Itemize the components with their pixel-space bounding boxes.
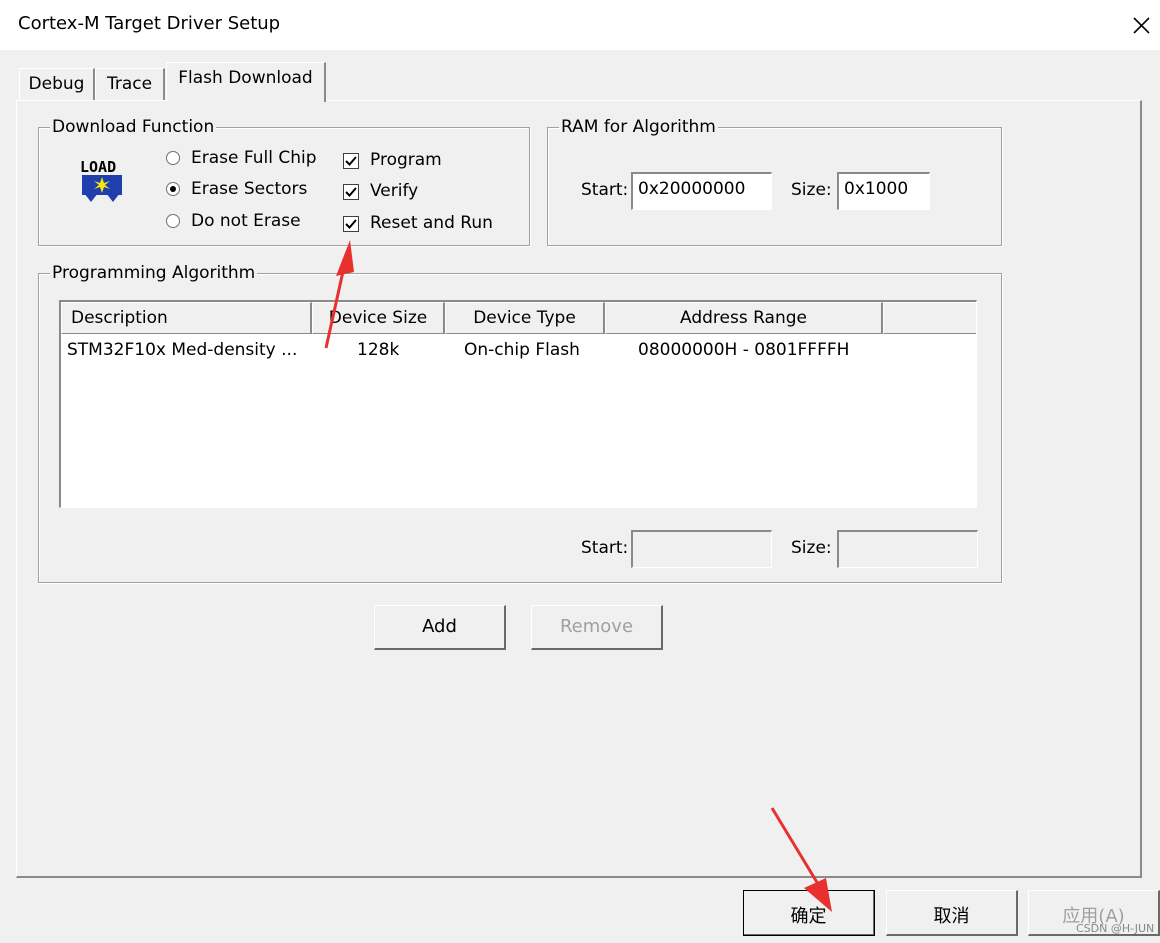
column-header-address-range-label: Address Range bbox=[680, 308, 807, 328]
programming-algorithm-legend: Programming Algorithm bbox=[50, 263, 258, 283]
ram-size-label: Size: bbox=[791, 180, 832, 200]
column-header-filler bbox=[883, 302, 976, 334]
checkmark-icon bbox=[345, 156, 357, 166]
add-button-label: Add bbox=[422, 616, 457, 637]
reset-and-run-label: Reset and Run bbox=[370, 213, 493, 233]
cell-device-size: 128k bbox=[357, 340, 400, 360]
ok-button-label: 确定 bbox=[790, 906, 827, 927]
checkmark-icon bbox=[345, 187, 357, 197]
erase-sectors-label: Erase Sectors bbox=[191, 179, 308, 199]
tab-flash-download[interactable]: Flash Download bbox=[166, 62, 326, 102]
column-header-device-size-label: Device Size bbox=[328, 308, 428, 328]
cancel-button-label: 取消 bbox=[933, 906, 970, 927]
checkmark-icon bbox=[345, 219, 357, 229]
column-header-device-size[interactable]: Device Size bbox=[312, 302, 445, 334]
load-icon-text: LOAD bbox=[80, 158, 116, 176]
reset-and-run-checkbox[interactable] bbox=[343, 216, 359, 232]
cancel-button[interactable]: 取消 bbox=[886, 890, 1018, 936]
remove-button-label: Remove bbox=[559, 616, 634, 637]
program-checkbox[interactable] bbox=[343, 153, 359, 169]
do-not-erase-radio[interactable] bbox=[166, 214, 180, 228]
remove-button[interactable]: Remove bbox=[531, 605, 663, 650]
do-not-erase-label: Do not Erase bbox=[191, 211, 301, 231]
ram-for-algorithm-legend: RAM for Algorithm bbox=[559, 117, 718, 137]
erase-full-chip-radio[interactable] bbox=[166, 151, 180, 165]
verify-label: Verify bbox=[370, 181, 419, 201]
close-icon bbox=[1133, 17, 1150, 34]
ram-start-input[interactable]: 0x20000000 bbox=[631, 172, 772, 210]
tab-debug-label: Debug bbox=[28, 74, 85, 94]
close-button[interactable] bbox=[1120, 6, 1160, 44]
cell-device-type: On-chip Flash bbox=[464, 340, 580, 360]
verify-checkbox[interactable] bbox=[343, 184, 359, 200]
program-label: Program bbox=[370, 150, 442, 170]
ok-button[interactable]: 确定 bbox=[743, 890, 875, 936]
column-header-address-range[interactable]: Address Range bbox=[605, 302, 883, 334]
algo-start-input[interactable] bbox=[631, 530, 772, 568]
window-title: Cortex-M Target Driver Setup bbox=[18, 13, 281, 34]
load-icon: LOAD bbox=[80, 158, 122, 202]
add-button[interactable]: Add bbox=[374, 605, 506, 650]
column-header-device-type[interactable]: Device Type bbox=[445, 302, 605, 334]
algorithm-list[interactable]: Description Device Size Device Type Addr… bbox=[59, 300, 977, 508]
column-header-description-label: Description bbox=[71, 308, 168, 328]
tab-debug[interactable]: Debug bbox=[19, 68, 95, 101]
ram-size-input[interactable]: 0x1000 bbox=[837, 172, 930, 210]
algo-size-label: Size: bbox=[791, 538, 832, 558]
algo-start-label: Start: bbox=[581, 538, 629, 558]
cell-description: STM32F10x Med-density ... bbox=[67, 340, 298, 360]
download-function-legend: Download Function bbox=[50, 117, 217, 137]
erase-sectors-radio[interactable] bbox=[166, 182, 180, 196]
algo-size-input[interactable] bbox=[837, 530, 978, 568]
tab-trace-label: Trace bbox=[106, 74, 153, 94]
column-header-description[interactable]: Description bbox=[61, 302, 312, 334]
watermark: CSDN @H-JUN bbox=[1076, 922, 1155, 935]
title-bar: Cortex-M Target Driver Setup bbox=[0, 0, 1160, 50]
erase-full-chip-label: Erase Full Chip bbox=[191, 148, 317, 168]
tab-trace[interactable]: Trace bbox=[95, 68, 165, 101]
cell-address-range: 08000000H - 0801FFFFH bbox=[638, 340, 850, 360]
tab-flash-download-label: Flash Download bbox=[178, 68, 313, 88]
column-header-device-type-label: Device Type bbox=[473, 308, 576, 328]
ram-start-label: Start: bbox=[581, 180, 629, 200]
